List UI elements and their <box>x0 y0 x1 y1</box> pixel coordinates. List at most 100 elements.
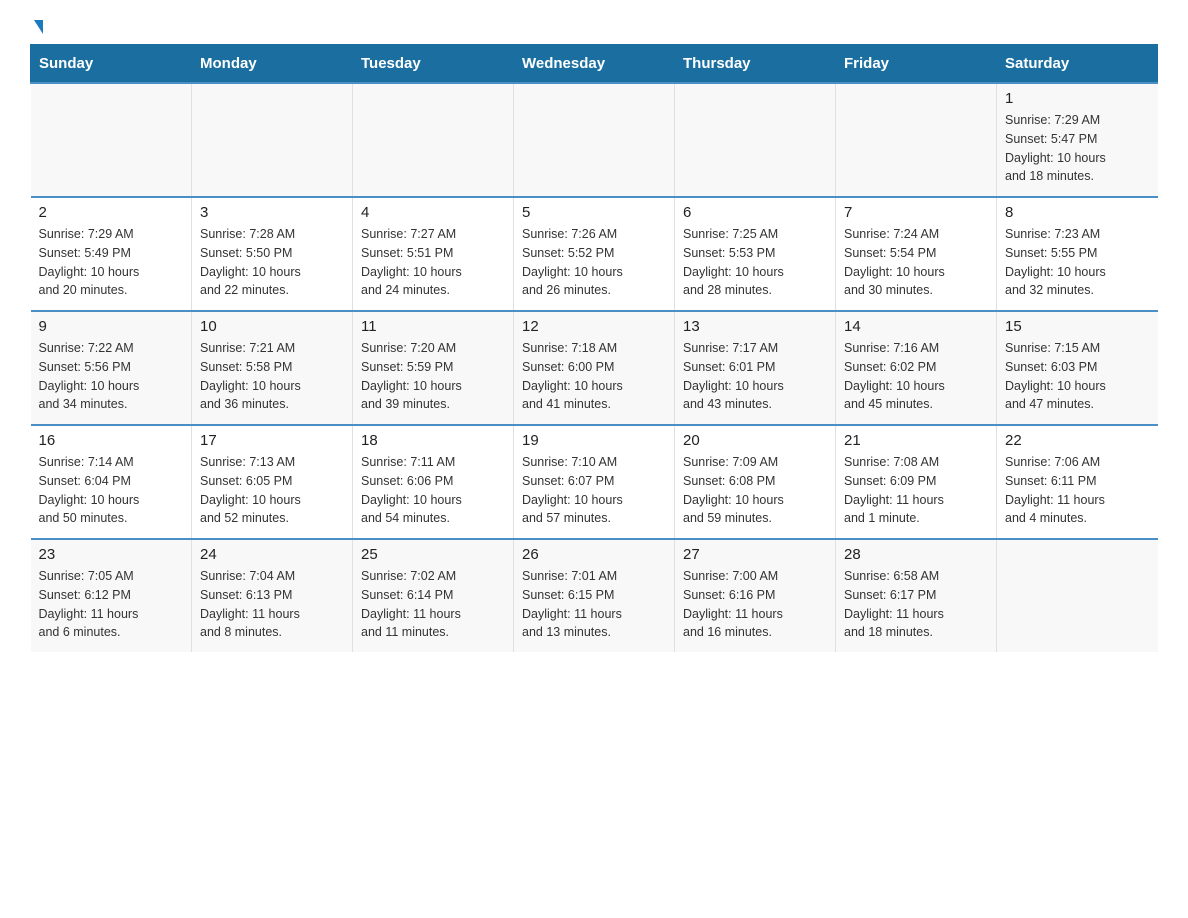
calendar-cell: 25 Sunrise: 7:02 AMSunset: 6:14 PMDayligh… <box>353 539 514 652</box>
day-info: Sunrise: 7:01 AMSunset: 6:15 PMDaylight:… <box>522 567 666 642</box>
day-number: 24 <box>200 546 344 563</box>
day-info: Sunrise: 7:27 AMSunset: 5:51 PMDaylight:… <box>361 225 505 300</box>
day-number: 25 <box>361 546 505 563</box>
calendar-cell <box>997 539 1158 652</box>
calendar-cell: 18 Sunrise: 7:11 AMSunset: 6:06 PMDayligh… <box>353 425 514 539</box>
day-info: Sunrise: 7:29 AMSunset: 5:49 PMDaylight:… <box>39 225 184 300</box>
calendar-table: SundayMondayTuesdayWednesdayThursdayFrid… <box>30 44 1158 652</box>
calendar-cell: 8Sunrise: 7:23 AMSunset: 5:55 PMDaylight… <box>997 197 1158 311</box>
calendar-cell: 1 Sunrise: 7:29 AMSunset: 5:47 PMDaylight… <box>997 83 1158 197</box>
day-info: Sunrise: 7:22 AMSunset: 5:56 PMDaylight:… <box>39 339 184 414</box>
day-info: Sunrise: 7:04 AMSunset: 6:13 PMDaylight:… <box>200 567 344 642</box>
calendar-cell: 14 Sunrise: 7:16 AMSunset: 6:02 PMDayligh… <box>836 311 997 425</box>
col-header-tuesday: Tuesday <box>353 45 514 84</box>
calendar-cell: 19 Sunrise: 7:10 AMSunset: 6:07 PMDayligh… <box>514 425 675 539</box>
calendar-cell: 26 Sunrise: 7:01 AMSunset: 6:15 PMDayligh… <box>514 539 675 652</box>
day-number: 17 <box>200 432 344 449</box>
week-row-5: 23Sunrise: 7:05 AMSunset: 6:12 PMDayligh… <box>31 539 1158 652</box>
day-info: Sunrise: 7:14 AMSunset: 6:04 PMDaylight:… <box>39 453 184 528</box>
calendar-cell <box>192 83 353 197</box>
calendar-cell: 4 Sunrise: 7:27 AMSunset: 5:51 PMDaylight… <box>353 197 514 311</box>
day-info: Sunrise: 7:26 AMSunset: 5:52 PMDaylight:… <box>522 225 666 300</box>
day-number: 28 <box>844 546 988 563</box>
day-info: Sunrise: 7:23 AMSunset: 5:55 PMDaylight:… <box>1005 225 1150 300</box>
day-number: 22 <box>1005 432 1150 449</box>
calendar-cell: 13 Sunrise: 7:17 AMSunset: 6:01 PMDayligh… <box>675 311 836 425</box>
day-number: 6 <box>683 204 827 221</box>
day-number: 26 <box>522 546 666 563</box>
calendar-cell <box>675 83 836 197</box>
day-info: Sunrise: 7:25 AMSunset: 5:53 PMDaylight:… <box>683 225 827 300</box>
calendar-header-row: SundayMondayTuesdayWednesdayThursdayFrid… <box>31 45 1158 84</box>
day-info: Sunrise: 7:06 AMSunset: 6:11 PMDaylight:… <box>1005 453 1150 528</box>
day-number: 13 <box>683 318 827 335</box>
col-header-friday: Friday <box>836 45 997 84</box>
day-number: 27 <box>683 546 827 563</box>
col-header-sunday: Sunday <box>31 45 192 84</box>
day-number: 1 <box>1005 90 1150 107</box>
calendar-cell: 21Sunrise: 7:08 AMSunset: 6:09 PMDayligh… <box>836 425 997 539</box>
day-info: Sunrise: 6:58 AMSunset: 6:17 PMDaylight:… <box>844 567 988 642</box>
col-header-monday: Monday <box>192 45 353 84</box>
calendar-cell: 17 Sunrise: 7:13 AMSunset: 6:05 PMDayligh… <box>192 425 353 539</box>
page-header <box>30 20 1158 34</box>
day-number: 4 <box>361 204 505 221</box>
col-header-wednesday: Wednesday <box>514 45 675 84</box>
logo-arrow-icon <box>34 20 43 34</box>
calendar-cell: 15 Sunrise: 7:15 AMSunset: 6:03 PMDayligh… <box>997 311 1158 425</box>
day-info: Sunrise: 7:00 AMSunset: 6:16 PMDaylight:… <box>683 567 827 642</box>
day-number: 2 <box>39 204 184 221</box>
calendar-cell: 2 Sunrise: 7:29 AMSunset: 5:49 PMDaylight… <box>31 197 192 311</box>
calendar-cell <box>514 83 675 197</box>
day-info: Sunrise: 7:10 AMSunset: 6:07 PMDaylight:… <box>522 453 666 528</box>
day-number: 10 <box>200 318 344 335</box>
day-info: Sunrise: 7:13 AMSunset: 6:05 PMDaylight:… <box>200 453 344 528</box>
day-info: Sunrise: 7:11 AMSunset: 6:06 PMDaylight:… <box>361 453 505 528</box>
day-number: 9 <box>39 318 184 335</box>
week-row-3: 9 Sunrise: 7:22 AMSunset: 5:56 PMDaylight… <box>31 311 1158 425</box>
day-info: Sunrise: 7:15 AMSunset: 6:03 PMDaylight:… <box>1005 339 1150 414</box>
calendar-cell: 12 Sunrise: 7:18 AMSunset: 6:00 PMDayligh… <box>514 311 675 425</box>
day-number: 23 <box>39 546 184 563</box>
day-info: Sunrise: 7:24 AMSunset: 5:54 PMDaylight:… <box>844 225 988 300</box>
week-row-2: 2 Sunrise: 7:29 AMSunset: 5:49 PMDaylight… <box>31 197 1158 311</box>
day-number: 11 <box>361 318 505 335</box>
calendar-cell: 23Sunrise: 7:05 AMSunset: 6:12 PMDayligh… <box>31 539 192 652</box>
calendar-cell: 11 Sunrise: 7:20 AMSunset: 5:59 PMDayligh… <box>353 311 514 425</box>
week-row-4: 16 Sunrise: 7:14 AMSunset: 6:04 PMDayligh… <box>31 425 1158 539</box>
day-info: Sunrise: 7:28 AMSunset: 5:50 PMDaylight:… <box>200 225 344 300</box>
calendar-cell <box>353 83 514 197</box>
day-number: 21 <box>844 432 988 449</box>
day-number: 7 <box>844 204 988 221</box>
day-info: Sunrise: 7:21 AMSunset: 5:58 PMDaylight:… <box>200 339 344 414</box>
day-info: Sunrise: 7:20 AMSunset: 5:59 PMDaylight:… <box>361 339 505 414</box>
day-number: 18 <box>361 432 505 449</box>
day-number: 19 <box>522 432 666 449</box>
calendar-cell: 24 Sunrise: 7:04 AMSunset: 6:13 PMDayligh… <box>192 539 353 652</box>
calendar-cell: 10 Sunrise: 7:21 AMSunset: 5:58 PMDayligh… <box>192 311 353 425</box>
day-info: Sunrise: 7:02 AMSunset: 6:14 PMDaylight:… <box>361 567 505 642</box>
day-info: Sunrise: 7:29 AMSunset: 5:47 PMDaylight:… <box>1005 111 1150 186</box>
day-number: 16 <box>39 432 184 449</box>
week-row-1: 1 Sunrise: 7:29 AMSunset: 5:47 PMDaylight… <box>31 83 1158 197</box>
calendar-cell: 5 Sunrise: 7:26 AMSunset: 5:52 PMDaylight… <box>514 197 675 311</box>
day-info: Sunrise: 7:18 AMSunset: 6:00 PMDaylight:… <box>522 339 666 414</box>
day-info: Sunrise: 7:09 AMSunset: 6:08 PMDaylight:… <box>683 453 827 528</box>
day-number: 12 <box>522 318 666 335</box>
calendar-cell: 6 Sunrise: 7:25 AMSunset: 5:53 PMDaylight… <box>675 197 836 311</box>
calendar-cell <box>31 83 192 197</box>
day-number: 15 <box>1005 318 1150 335</box>
day-number: 14 <box>844 318 988 335</box>
logo <box>30 20 43 34</box>
calendar-cell <box>836 83 997 197</box>
calendar-cell: 7 Sunrise: 7:24 AMSunset: 5:54 PMDaylight… <box>836 197 997 311</box>
col-header-saturday: Saturday <box>997 45 1158 84</box>
calendar-cell: 22 Sunrise: 7:06 AMSunset: 6:11 PMDayligh… <box>997 425 1158 539</box>
calendar-cell: 9 Sunrise: 7:22 AMSunset: 5:56 PMDaylight… <box>31 311 192 425</box>
day-info: Sunrise: 7:16 AMSunset: 6:02 PMDaylight:… <box>844 339 988 414</box>
day-number: 5 <box>522 204 666 221</box>
day-number: 20 <box>683 432 827 449</box>
calendar-cell: 16 Sunrise: 7:14 AMSunset: 6:04 PMDayligh… <box>31 425 192 539</box>
calendar-cell: 28 Sunrise: 6:58 AMSunset: 6:17 PMDayligh… <box>836 539 997 652</box>
day-info: Sunrise: 7:17 AMSunset: 6:01 PMDaylight:… <box>683 339 827 414</box>
